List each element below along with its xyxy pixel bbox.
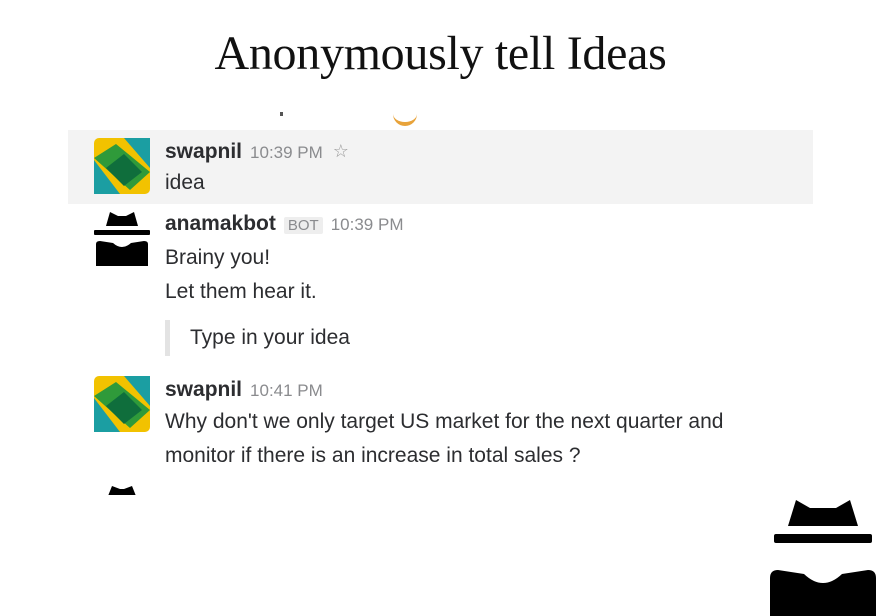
star-icon[interactable]: ☆	[333, 141, 349, 162]
spy-avatar[interactable]	[94, 210, 150, 266]
timestamp[interactable]: 10:41 PM	[250, 381, 323, 400]
bot-badge: BOT	[283, 217, 323, 234]
spy-avatar	[108, 486, 136, 495]
message[interactable]: anamakbot BOT 10:39 PM Brainy you! Let the…	[68, 206, 813, 366]
chat-panel: swapnil 10:39 PM ☆ idea anamakbot BOT 10:39 …	[68, 100, 813, 495]
message-text: idea	[165, 171, 205, 194]
message-text: Let them hear it.	[165, 280, 317, 303]
message-text: monitor if there is an increase in total…	[165, 444, 581, 467]
attachment: Type in your idea	[165, 320, 350, 356]
sender-name[interactable]: anamakbot	[165, 212, 276, 235]
message[interactable]: swapnil 10:41 PM Why don't we only target…	[68, 372, 813, 472]
sender-name[interactable]: swapnil	[165, 140, 242, 163]
message-text: Why don't we only target US market for t…	[165, 410, 724, 433]
sender-name[interactable]: swapnil	[165, 378, 242, 401]
message[interactable]: swapnil 10:39 PM ☆ idea	[68, 130, 813, 204]
slack-logo-avatar[interactable]	[94, 138, 150, 194]
spy-icon	[770, 500, 876, 616]
emoji-icon	[393, 106, 417, 126]
timestamp[interactable]: 10:39 PM	[250, 143, 323, 162]
slack-logo-avatar[interactable]	[94, 376, 150, 432]
timestamp[interactable]: 10:39 PM	[331, 215, 404, 234]
clipped-previous-message	[68, 100, 813, 126]
page-title: Anonymously tell Ideas	[214, 27, 667, 80]
message-text: Brainy you!	[165, 246, 271, 269]
